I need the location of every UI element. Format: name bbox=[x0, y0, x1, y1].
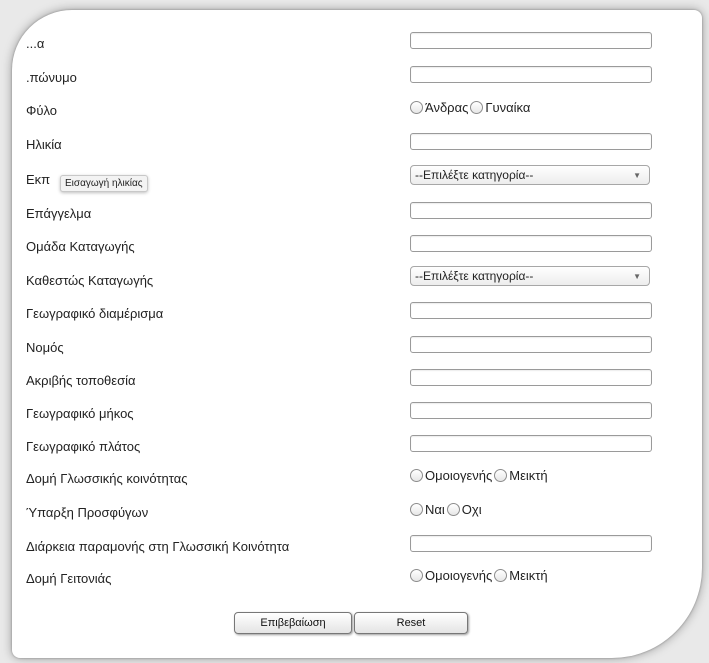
gender-male-radio[interactable] bbox=[410, 101, 423, 114]
form-row-age: Ηλικία bbox=[12, 133, 702, 159]
lang-community-homogeneous-label[interactable]: Ομοιογενής bbox=[425, 468, 492, 483]
reset-button[interactable]: Reset bbox=[354, 612, 468, 634]
refugees-yes-label[interactable]: Ναι bbox=[425, 502, 445, 517]
gender-female-label[interactable]: Γυναίκα bbox=[485, 100, 530, 115]
gender-radio-group: Άνδρας Γυναίκα bbox=[410, 100, 530, 115]
refugees-no-radio[interactable] bbox=[446, 503, 460, 516]
geo-region-field[interactable] bbox=[410, 302, 652, 319]
form-row-geo-region: Γεωγραφικό διαμέρισμα bbox=[12, 302, 702, 328]
chevron-down-icon: ▼ bbox=[633, 170, 641, 180]
lang-community-homogeneous-radio[interactable] bbox=[410, 469, 423, 482]
label-origin-group: Ομάδα Καταγωγής bbox=[26, 239, 135, 254]
occupation-field[interactable] bbox=[410, 202, 652, 219]
form-row-lang-community: Δομή Γλωσσικής κοινότητας Ομοιογενής Μει… bbox=[12, 467, 702, 493]
label-geo-region: Γεωγραφικό διαμέρισμα bbox=[26, 306, 164, 321]
neighborhood-mixed-radio[interactable] bbox=[494, 569, 508, 582]
refugees-radio-group: Ναι Οχι bbox=[410, 502, 482, 517]
form-row-longitude: Γεωγραφικό μήκος bbox=[12, 402, 702, 428]
label-exact-location: Ακριβής τοποθεσία bbox=[26, 373, 136, 388]
lang-community-radio-group: Ομοιογενής Μεικτή bbox=[410, 468, 548, 483]
name-field[interactable] bbox=[410, 32, 652, 49]
label-age: Ηλικία bbox=[26, 137, 62, 152]
refugees-yes-radio[interactable] bbox=[410, 503, 423, 516]
label-surname: .πώνυμο bbox=[26, 70, 77, 85]
origin-status-select[interactable]: --Επιλέξτε κατηγορία-- ▼ bbox=[410, 266, 650, 286]
form-row-exact-location: Ακριβής τοποθεσία bbox=[12, 369, 702, 395]
neighborhood-homogeneous-label[interactable]: Ομοιογενής bbox=[425, 568, 492, 583]
age-field[interactable] bbox=[410, 133, 652, 150]
age-tooltip: Εισαγωγή ηλικίας bbox=[60, 175, 148, 192]
surname-field[interactable] bbox=[410, 66, 652, 83]
label-neighborhood: Δομή Γειτονιάς bbox=[26, 571, 112, 586]
gender-female-radio[interactable] bbox=[470, 101, 484, 114]
form-row-origin-status: Καθεστώς Καταγωγής --Επιλέξτε κατηγορία-… bbox=[12, 266, 702, 295]
form-row-duration: Διάρκεια παραμονής στη Γλωσσική Κοινότητ… bbox=[12, 535, 702, 561]
chevron-down-icon: ▼ bbox=[633, 271, 641, 281]
neighborhood-mixed-label[interactable]: Μεικτή bbox=[509, 568, 547, 583]
form-row-neighborhood: Δομή Γειτονιάς Ομοιογενής Μεικτή bbox=[12, 567, 702, 593]
form-row-refugees: Ύπαρξη Προσφύγων Ναι Οχι bbox=[12, 501, 702, 527]
origin-status-select-value: --Επιλέξτε κατηγορία-- bbox=[415, 269, 534, 283]
exact-location-field[interactable] bbox=[410, 369, 652, 386]
education-select-value: --Επιλέξτε κατηγορία-- bbox=[415, 168, 534, 182]
label-occupation: Επάγγελμα bbox=[26, 206, 92, 221]
label-lang-community: Δομή Γλωσσικής κοινότητας bbox=[26, 471, 188, 486]
lang-community-mixed-label[interactable]: Μεικτή bbox=[509, 468, 547, 483]
form-row-prefecture: Νομός bbox=[12, 336, 702, 362]
form-card: ...α .πώνυμο Φύλο Άνδρας Γυναίκα Ηλικία … bbox=[12, 10, 702, 658]
label-refugees: Ύπαρξη Προσφύγων bbox=[26, 505, 149, 520]
neighborhood-radio-group: Ομοιογενής Μεικτή bbox=[410, 568, 548, 583]
label-duration: Διάρκεια παραμονής στη Γλωσσική Κοινότητ… bbox=[26, 539, 290, 554]
refugees-no-label[interactable]: Οχι bbox=[462, 502, 482, 517]
gender-male-label[interactable]: Άνδρας bbox=[425, 100, 468, 115]
label-origin-status: Καθεστώς Καταγωγής bbox=[26, 273, 154, 288]
longitude-field[interactable] bbox=[410, 402, 652, 419]
form-row-occupation: Επάγγελμα bbox=[12, 202, 702, 228]
form-row-surname: .πώνυμο bbox=[12, 66, 702, 92]
confirm-button[interactable]: Επιβεβαίωση bbox=[234, 612, 352, 634]
label-name: ...α bbox=[26, 36, 45, 51]
duration-field[interactable] bbox=[410, 535, 652, 552]
education-select[interactable]: --Επιλέξτε κατηγορία-- ▼ bbox=[410, 165, 650, 185]
form-row-name: ...α bbox=[12, 32, 702, 58]
form-row-latitude: Γεωγραφικό πλάτος bbox=[12, 435, 702, 461]
label-education: Εκπ bbox=[26, 172, 51, 187]
lang-community-mixed-radio[interactable] bbox=[494, 469, 508, 482]
label-prefecture: Νομός bbox=[26, 340, 64, 355]
form-row-gender: Φύλο Άνδρας Γυναίκα bbox=[12, 99, 702, 125]
form-row-origin-group: Ομάδα Καταγωγής bbox=[12, 235, 702, 261]
label-gender: Φύλο bbox=[26, 103, 58, 118]
label-latitude: Γεωγραφικό πλάτος bbox=[26, 439, 141, 454]
latitude-field[interactable] bbox=[410, 435, 652, 452]
prefecture-field[interactable] bbox=[410, 336, 652, 353]
origin-group-field[interactable] bbox=[410, 235, 652, 252]
neighborhood-homogeneous-radio[interactable] bbox=[410, 569, 423, 582]
label-longitude: Γεωγραφικό μήκος bbox=[26, 406, 134, 421]
